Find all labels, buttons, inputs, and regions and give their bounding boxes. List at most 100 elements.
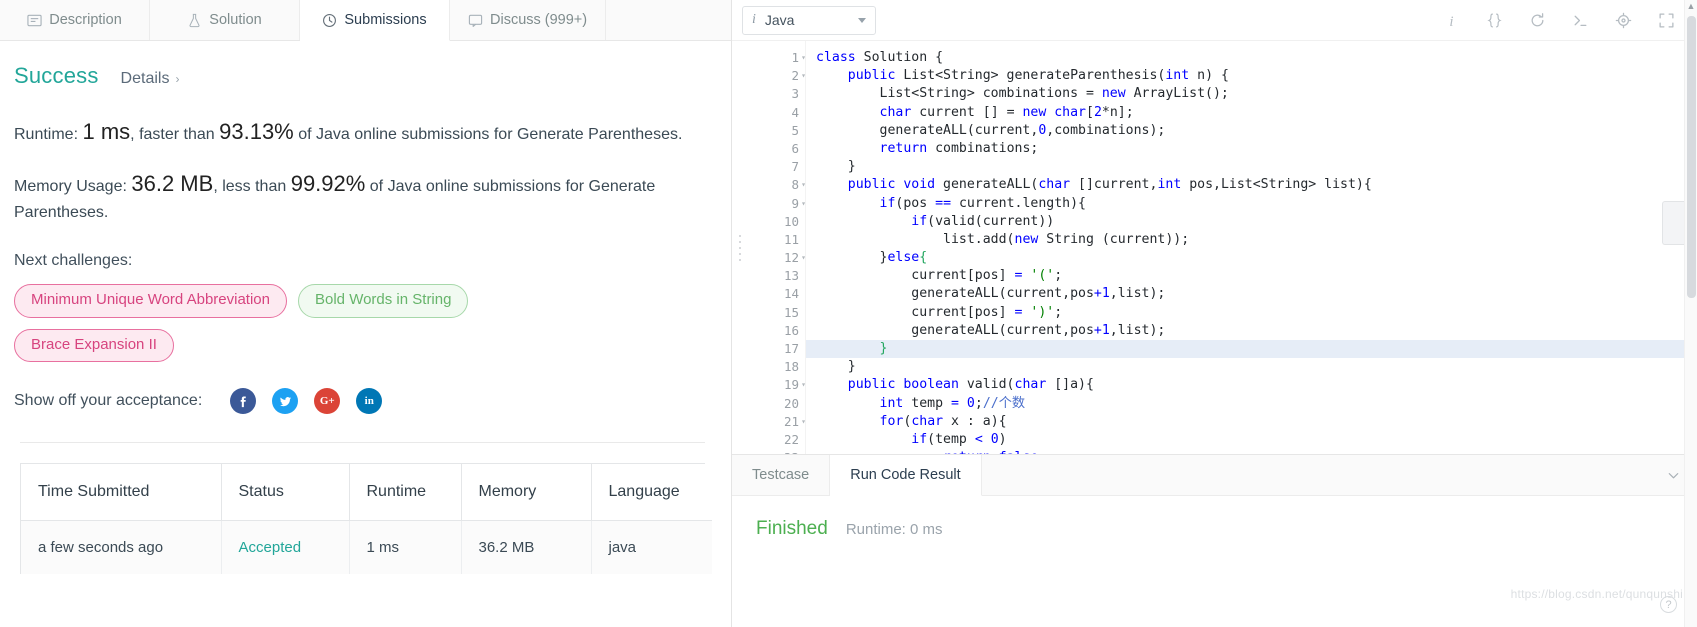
tab-solution[interactable]: Solution (150, 0, 300, 40)
code-line[interactable]: List<String> combinations = new ArrayLis… (806, 85, 1697, 103)
scroll-up-arrow[interactable]: ▲ (1685, 0, 1697, 13)
cell-runtime: 1 ms (349, 520, 462, 575)
success-status: Success (14, 63, 99, 88)
line-number: 17 (783, 341, 799, 356)
details-link[interactable]: Details › (121, 70, 180, 88)
col-status: Status (221, 464, 350, 522)
code-line[interactable]: char current [] = new char[2*n]; (806, 104, 1697, 122)
twitter-share-icon[interactable] (272, 388, 299, 415)
reset-code-icon[interactable] (1529, 12, 1546, 29)
code-line[interactable]: public List<String> generateParenthesis(… (806, 67, 1697, 85)
language-select[interactable]: i Java (742, 5, 876, 35)
col-language: Language (591, 464, 712, 522)
info-icon[interactable]: i (1443, 12, 1460, 28)
runtime-suffix: of Java online submissions for Generate … (298, 126, 683, 143)
console-tabbar: Testcase Run Code Result (732, 455, 1697, 496)
tab-description-label: Description (49, 12, 122, 28)
line-number: 6 (791, 140, 799, 156)
tab-submissions[interactable]: Submissions (300, 0, 450, 41)
memory-percentile: 99.92% (290, 171, 366, 197)
chevron-down-icon (1668, 472, 1679, 478)
description-icon (27, 13, 42, 28)
memory-value: 36.2 MB (131, 171, 214, 197)
page-scrollbar[interactable]: ▲ (1684, 0, 1697, 627)
code-line[interactable]: generateALL(current,0,combinations); (806, 122, 1697, 140)
col-runtime: Runtime (349, 464, 462, 522)
challenge-chip[interactable]: Brace Expansion II (14, 328, 174, 363)
line-number: 14 (783, 286, 799, 302)
comment-icon (468, 13, 483, 28)
code-line[interactable]: class Solution { (806, 49, 1697, 67)
editor-panel: i Java i 1 ▾ 2 ▾ 3 4 5 6 7 8 ▾ 9 ▾ 10 11… (731, 0, 1697, 627)
help-icon[interactable]: ? (1660, 596, 1677, 613)
braces-format-icon[interactable] (1486, 12, 1503, 29)
code-editor[interactable]: 1 ▾ 2 ▾ 3 4 5 6 7 8 ▾ 9 ▾ 10 11 12 ▾ 13 14 15 16 17 18 19 ▾ 20 21 ▾… (732, 41, 1697, 455)
code-line[interactable]: generateALL(current,pos+1,list); (806, 285, 1697, 303)
code-line[interactable]: int temp = 0;//个数 (806, 395, 1697, 413)
line-number: 5 (791, 122, 799, 138)
runtime-value: 1 ms (82, 119, 131, 144)
cell-status[interactable]: Accepted (221, 520, 350, 575)
details-label: Details (120, 70, 170, 87)
tab-run-code-result[interactable]: Run Code Result (830, 455, 982, 496)
memory-prefix: Memory Usage: (14, 178, 127, 196)
code-line[interactable]: if(temp < 0) (806, 431, 1697, 449)
col-time-submitted: Time Submitted (21, 464, 222, 522)
code-line[interactable]: public void generateALL(char []current,i… (806, 176, 1697, 194)
facebook-share-icon[interactable] (230, 388, 257, 415)
code-line[interactable]: if(pos == current.length){ (806, 195, 1697, 213)
line-number: 20 (783, 395, 799, 411)
console-status-row: Finished Runtime: 0 ms (756, 518, 1673, 540)
line-number: 8 ▾ (748, 176, 806, 194)
code-line[interactable]: } (806, 340, 1697, 359)
code-line[interactable]: if(valid(current)) (806, 213, 1697, 231)
next-challenges-label: Next challenges: (14, 251, 133, 269)
scrollbar-thumb[interactable] (1687, 16, 1696, 298)
line-number: 12 ▾ (748, 249, 806, 267)
challenge-chip[interactable]: Bold Words in String (298, 283, 469, 318)
line-number: 4 (791, 104, 799, 120)
code-line[interactable]: current[pos] = ')'; (806, 304, 1697, 322)
line-number: 1 ▾ (748, 49, 806, 67)
challenge-chip[interactable]: Minimum Unique Word Abbreviation (14, 283, 287, 318)
pane-drag-handle[interactable] (732, 41, 748, 454)
share-label: Show off your acceptance: (14, 392, 203, 410)
line-number: 13 (783, 268, 799, 284)
console-status: Finished (756, 518, 828, 539)
line-number: 15 (783, 304, 799, 320)
code-line[interactable]: generateALL(current,pos+1,list); (806, 322, 1697, 340)
code-line[interactable]: return false; (806, 449, 1697, 454)
console-runtime-note: Runtime: 0 ms (845, 521, 943, 538)
code-line[interactable]: current[pos] = '('; (806, 267, 1697, 285)
tab-description[interactable]: Description (0, 0, 150, 40)
code-line[interactable]: } (806, 158, 1697, 176)
code-line[interactable]: return combinations; (806, 140, 1697, 158)
next-challenges-list: Minimum Unique Word Abbreviation Bold Wo… (14, 283, 614, 363)
language-select-value: Java (764, 12, 795, 28)
settings-gear-icon[interactable] (1615, 12, 1632, 29)
fullscreen-icon[interactable] (1658, 12, 1675, 29)
console-body: Finished Runtime: 0 ms ? (732, 496, 1697, 627)
code-content[interactable]: class Solution { public List<String> gen… (806, 41, 1697, 454)
col-memory: Memory (461, 464, 592, 522)
line-number: 10 (783, 213, 799, 229)
line-number: 22 (783, 431, 799, 447)
section-divider (20, 442, 705, 444)
linkedin-share-icon[interactable]: in (356, 388, 383, 415)
console-icon[interactable] (1572, 12, 1589, 29)
code-line[interactable]: } (806, 358, 1697, 376)
google-plus-share-icon[interactable]: G+ (314, 388, 341, 415)
left-panel: Description Solution Submissions Discuss… (0, 0, 731, 627)
tab-testcase[interactable]: Testcase (732, 455, 831, 495)
line-number: 2 ▾ (748, 67, 806, 85)
runtime-metric: Runtime: 1 ms, faster than 93.13% of Jav… (14, 115, 686, 149)
code-line[interactable]: for(char x : a){ (806, 413, 1697, 431)
editor-side-tab[interactable] (1662, 201, 1684, 245)
code-line[interactable]: }else{ (806, 249, 1697, 267)
code-line[interactable]: public boolean valid(char []a){ (806, 376, 1697, 394)
tab-discuss[interactable]: Discuss (999+) (450, 0, 607, 40)
memory-metric: Memory Usage: 36.2 MB, less than 99.92% … (14, 167, 686, 226)
code-line[interactable]: list.add(new String (current)); (806, 231, 1697, 249)
drag-dots-icon (739, 234, 741, 261)
tab-testcase-label: Testcase (752, 467, 810, 483)
